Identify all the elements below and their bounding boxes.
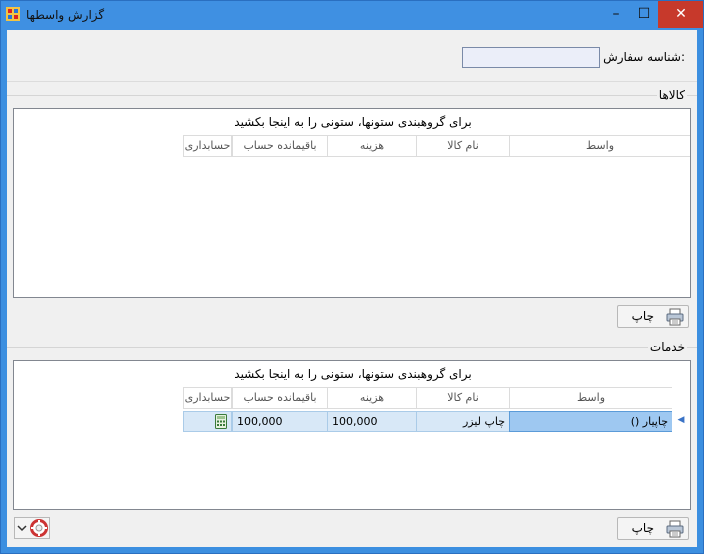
goods-col-balance[interactable]: باقیمانده حساب [232, 135, 327, 157]
goods-group-border [7, 95, 697, 96]
minimize-button[interactable]: – [602, 0, 630, 28]
calculator-icon[interactable] [215, 414, 227, 429]
services-col-accounting[interactable]: حسابداری [183, 387, 232, 409]
order-id-input[interactable] [462, 47, 600, 68]
report-window: گزارش واسطها – ☐ ✕ شناسه سفارش: کالاها ب… [0, 0, 704, 554]
goods-grid[interactable]: برای گروهبندی ستونها، ستونی را به اینجا … [13, 108, 691, 298]
chevron-down-icon[interactable] [17, 523, 27, 533]
row-indicator-icon: ◀ [677, 415, 685, 425]
cell-balance[interactable]: 100,000 [232, 411, 327, 432]
order-panel: شناسه سفارش: [7, 38, 697, 82]
goods-col-accounting[interactable]: حسابداری [183, 135, 232, 157]
help-dropdown-button[interactable] [14, 517, 50, 539]
cell-accounting[interactable] [183, 411, 232, 432]
maximize-button[interactable]: ☐ [630, 0, 658, 28]
goods-col-item-name[interactable]: نام کالا [416, 135, 509, 157]
goods-print-button[interactable]: چاپ [617, 305, 689, 328]
services-group-panel-hint: برای گروهبندی ستونها، ستونی را به اینجا … [234, 367, 472, 381]
services-print-label: چاپ [631, 521, 654, 535]
title-bar[interactable]: گزارش واسطها – ☐ ✕ [0, 0, 704, 30]
services-group: خدمات برای گروهبندی ستونها، ستونی را به … [7, 340, 697, 545]
goods-print-label: چاپ [631, 309, 654, 323]
cell-item-name[interactable]: چاپ لیزر [416, 411, 509, 432]
window-title: گزارش واسطها [26, 8, 105, 22]
printer-icon [666, 308, 684, 326]
services-grid[interactable]: برای گروهبندی ستونها، ستونی را به اینجا … [13, 360, 691, 510]
services-print-button[interactable]: چاپ [617, 517, 689, 540]
goods-col-cost[interactable]: هزینه [327, 135, 416, 157]
printer-icon [666, 520, 684, 538]
services-col-item-name[interactable]: نام کالا [416, 387, 509, 409]
client-area: شناسه سفارش: کالاها برای گروهبندی ستونها… [7, 30, 697, 547]
goods-group-panel-hint: برای گروهبندی ستونها، ستونی را به اینجا … [234, 115, 472, 129]
goods-col-intermediary[interactable]: واسط [509, 135, 690, 157]
cell-intermediary[interactable]: چاپیار () [509, 411, 672, 432]
services-col-intermediary[interactable]: واسط [509, 387, 672, 409]
goods-group-title: کالاها [656, 88, 687, 102]
cell-cost[interactable]: 100,000 [327, 411, 416, 432]
services-col-balance[interactable]: باقیمانده حساب [232, 387, 327, 409]
close-button[interactable]: ✕ [658, 0, 704, 28]
app-icon [6, 7, 20, 21]
goods-group: کالاها برای گروهبندی ستونها، ستونی را به… [7, 88, 697, 333]
services-col-cost[interactable]: هزینه [327, 387, 416, 409]
services-group-border [7, 347, 697, 348]
order-id-label: شناسه سفارش: [603, 50, 685, 64]
services-group-title: خدمات [647, 340, 687, 354]
lifebuoy-icon[interactable] [30, 519, 48, 537]
